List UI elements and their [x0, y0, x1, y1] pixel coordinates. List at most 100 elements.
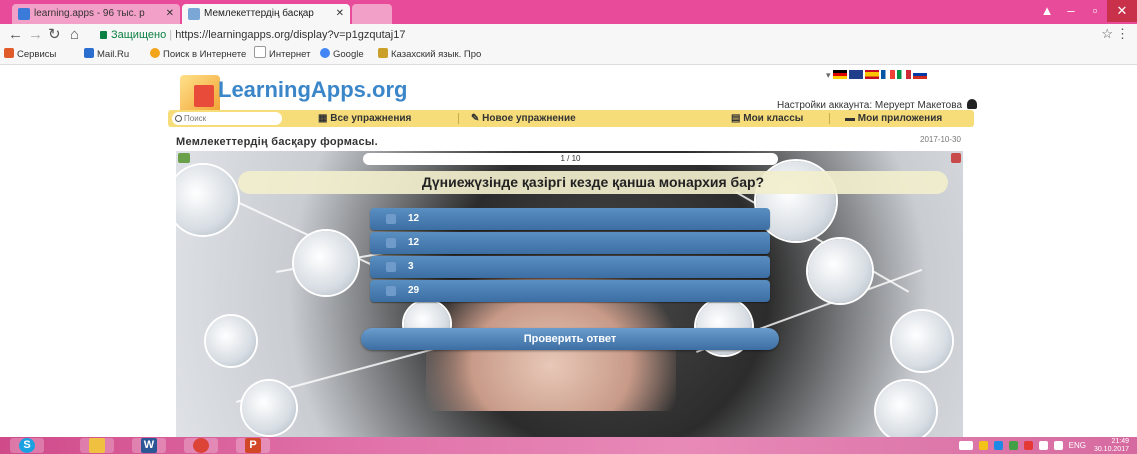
tablet-orb-image	[176, 165, 238, 235]
close-window-icon[interactable]: ✕	[1107, 0, 1137, 22]
bookmark-search[interactable]: Поиск в Интернете	[150, 46, 246, 64]
page-title: Мемлекеттердің басқару формасы.	[176, 136, 378, 148]
taskbar-explorer[interactable]	[80, 438, 114, 453]
date-label: 2017-10-30	[920, 135, 961, 144]
url-field[interactable]: Защищено | https://learningapps.org/disp…	[100, 26, 1110, 44]
french-flag-icon[interactable]	[880, 70, 895, 79]
app-info-icon[interactable]	[178, 153, 190, 163]
secure-label: Защищено	[111, 29, 167, 41]
url-text: https://learningapps.org/display?v=p1gzq…	[175, 29, 406, 41]
bookmark-internet[interactable]: Интернет	[254, 46, 310, 64]
chrome-icon	[193, 438, 209, 453]
window-controls: ▲ – ▫ ✕	[1035, 0, 1137, 22]
user-icon	[967, 99, 977, 109]
taskbar-skype[interactable]: S	[10, 438, 44, 453]
search-input[interactable]: Поиск	[172, 112, 282, 125]
apps-grid-icon	[4, 48, 14, 58]
taskbar-chrome[interactable]	[184, 438, 218, 453]
spanish-flag-icon[interactable]	[864, 70, 879, 79]
nav-divider	[458, 113, 459, 124]
address-bar-row: ← → ↻ ⌂ Защищено | https://learningapps.…	[0, 24, 1137, 46]
question-text: Дүниежүзінде қазіргі кезде қанша монархи…	[238, 171, 948, 194]
bookmark-star-icon[interactable]: ☆	[1101, 26, 1113, 42]
new-tab-button[interactable]	[352, 4, 392, 24]
bookmarks-bar: Сервисы Mail.Ru Поиск в Интернете Интерн…	[0, 46, 1137, 65]
german-flag-icon[interactable]	[832, 70, 847, 79]
menu-dots-icon[interactable]: ⋮	[1116, 26, 1129, 42]
bookmark-mailru[interactable]: Mail.Ru	[84, 46, 129, 64]
check-answer-button[interactable]: Проверить ответ	[361, 328, 779, 350]
minimize-icon[interactable]: –	[1059, 0, 1083, 22]
people-chart-orb-image	[294, 231, 358, 295]
search-placeholder: Поиск	[184, 114, 207, 123]
bookmark-services[interactable]: Сервисы	[4, 46, 56, 64]
folder-icon	[89, 438, 105, 453]
language-flags: ▾	[826, 70, 927, 81]
answer-option[interactable]: 12	[370, 208, 770, 230]
taskbar-word[interactable]: W	[132, 438, 166, 453]
maximize-icon[interactable]: ▫	[1083, 0, 1107, 22]
nav-my-apps[interactable]: ▬ Мои приложения	[845, 110, 942, 127]
close-tab-icon[interactable]: ✕	[336, 4, 344, 24]
logo-image	[180, 75, 220, 115]
user-icon[interactable]: ▲	[1035, 0, 1059, 22]
answer-checkbox[interactable]	[386, 286, 396, 296]
answer-checkbox[interactable]	[386, 262, 396, 272]
clock-time: 21:49	[1111, 437, 1129, 445]
globe-orb-image-2	[892, 311, 952, 371]
progress-indicator: 1 / 10	[363, 153, 778, 165]
tray-app-icon[interactable]	[978, 441, 988, 450]
nav-all-exercises[interactable]: ▦ Все упражнения	[318, 110, 411, 127]
fullscreen-icon[interactable]	[951, 153, 961, 163]
bookmark-kazakh[interactable]: Казахский язык. Про	[378, 46, 481, 64]
nav-divider	[829, 113, 830, 124]
skype-icon: S	[19, 438, 35, 453]
back-icon[interactable]: ←	[8, 24, 23, 46]
answer-list: 12 12 3 29	[370, 208, 770, 304]
browser-tab[interactable]: learning.apps - 96 тыс. р ✕	[12, 4, 180, 24]
main-nav-bar: Поиск ▦ Все упражнения ✎ Новое упражнени…	[168, 110, 974, 127]
home-icon[interactable]: ⌂	[70, 24, 79, 46]
network-orb-image	[206, 316, 256, 366]
clock-date: 30.10.2017	[1093, 445, 1129, 453]
search-engine-icon	[150, 48, 160, 58]
language-indicator[interactable]: ENG	[1069, 441, 1086, 450]
quiz-app: 1 / 10 Дүниежүзінде қазіргі кезде қанша …	[176, 151, 963, 437]
google-icon	[320, 48, 330, 58]
keyboard-icon[interactable]	[958, 441, 973, 450]
word-icon: W	[141, 438, 157, 453]
nav-new-exercise[interactable]: ✎ Новое упражнение	[471, 110, 576, 127]
italian-flag-icon[interactable]	[896, 70, 911, 79]
close-tab-icon[interactable]: ✕	[166, 4, 174, 24]
mailru-icon	[84, 48, 94, 58]
volume-icon[interactable]	[1038, 441, 1048, 450]
system-tray: ENG 21:49 30.10.2017	[958, 437, 1137, 454]
answer-option[interactable]: 12	[370, 232, 770, 254]
tab-title: Мемлекеттердің басқар	[204, 8, 314, 19]
laptop-orb-image	[876, 381, 936, 437]
browser-tab-active[interactable]: Мемлекеттердің басқар ✕	[182, 4, 350, 24]
search-icon	[175, 115, 182, 122]
forward-icon[interactable]: →	[28, 24, 43, 46]
powerpoint-icon: P	[245, 438, 261, 453]
reload-icon[interactable]: ↻	[48, 24, 61, 46]
logo[interactable]: LearningApps.org	[180, 71, 430, 115]
nav-my-classes[interactable]: ▤ Мои классы	[731, 110, 803, 127]
page-icon	[254, 46, 266, 58]
taskbar-powerpoint[interactable]: P	[236, 438, 270, 453]
network-signal-icon[interactable]	[1053, 441, 1063, 450]
answer-checkbox[interactable]	[386, 238, 396, 248]
answer-checkbox[interactable]	[386, 214, 396, 224]
tray-app-icon[interactable]	[1008, 441, 1018, 450]
tray-app-icon[interactable]	[993, 441, 1003, 450]
dropdown-icon[interactable]: ▾	[826, 70, 831, 81]
taskbar: S W P ENG 21:49 30.10.2017	[0, 437, 1137, 454]
russian-flag-icon[interactable]	[912, 70, 927, 79]
learningapps-tab-icon	[188, 8, 200, 20]
answer-option[interactable]: 29	[370, 280, 770, 302]
bookmark-google[interactable]: Google	[320, 46, 364, 64]
answer-option[interactable]: 3	[370, 256, 770, 278]
tray-app-icon[interactable]	[1023, 441, 1033, 450]
uk-flag-icon[interactable]	[848, 70, 863, 79]
clock[interactable]: 21:49 30.10.2017	[1094, 438, 1129, 454]
